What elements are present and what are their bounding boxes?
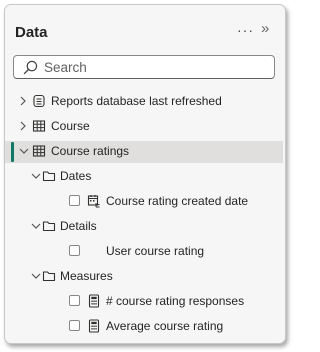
search-input[interactable] — [44, 59, 264, 75]
more-options-button[interactable]: ··· — [237, 22, 254, 38]
calculator-icon — [88, 294, 100, 308]
field-checkbox[interactable] — [69, 320, 80, 331]
tree-item-label: Reports database last refreshed — [51, 94, 222, 108]
tree-item-label: Course ratings — [51, 144, 130, 158]
table-icon — [32, 145, 46, 157]
tree-item-label: Course — [51, 119, 90, 133]
search-icon — [23, 60, 38, 75]
tree-field-created-date[interactable]: Course rating created date — [5, 191, 283, 213]
tree-item-label: # course rating responses — [106, 294, 245, 308]
tree-folder-details[interactable]: Details — [5, 216, 283, 238]
tree-item-label: Measures — [60, 269, 113, 283]
tree-folder-dates[interactable]: Dates — [5, 166, 283, 188]
folder-icon — [42, 171, 56, 182]
calculated-table-icon — [33, 94, 45, 108]
chevron-down-icon[interactable] — [30, 270, 42, 282]
search-box[interactable] — [13, 55, 275, 79]
chevron-down-icon[interactable] — [18, 145, 30, 157]
chevron-down-icon[interactable] — [30, 220, 42, 232]
folder-icon — [42, 221, 56, 232]
chevron-right-icon[interactable] — [17, 120, 29, 132]
tree-item-label: Course rating created date — [106, 194, 249, 208]
selection-indicator — [11, 142, 14, 162]
field-checkbox[interactable] — [69, 245, 80, 256]
tree-item-label: User course rating — [106, 244, 205, 258]
tree-folder-measures[interactable]: Measures — [5, 266, 283, 288]
tree-item-reports-database[interactable]: Reports database last refreshed — [5, 91, 283, 113]
pane-title: Data — [15, 24, 48, 41]
tree-field-user-rating[interactable]: User course rating — [5, 241, 283, 263]
tree-item-course[interactable]: Course — [5, 116, 283, 138]
collapse-pane-button[interactable]: » — [261, 20, 269, 37]
chevron-down-icon[interactable] — [30, 170, 42, 182]
tree-measure-responses[interactable]: # course rating responses — [5, 291, 283, 313]
tree-item-label: Details — [60, 219, 97, 233]
tree-measure-average[interactable]: Average course rating — [5, 316, 283, 338]
tree-item-label: Dates — [60, 169, 92, 183]
tree-item-label: Average course rating — [106, 319, 224, 333]
data-pane: Data ··· » Reports database last refresh… — [4, 4, 286, 344]
calendar-hierarchy-icon — [87, 195, 100, 208]
field-checkbox[interactable] — [69, 295, 80, 306]
table-icon — [32, 120, 46, 132]
calculator-icon — [88, 319, 100, 333]
tree-item-course-ratings[interactable]: Course ratings — [5, 141, 283, 163]
chevron-right-icon[interactable] — [17, 95, 29, 107]
folder-icon — [42, 271, 56, 282]
field-checkbox[interactable] — [69, 195, 80, 206]
